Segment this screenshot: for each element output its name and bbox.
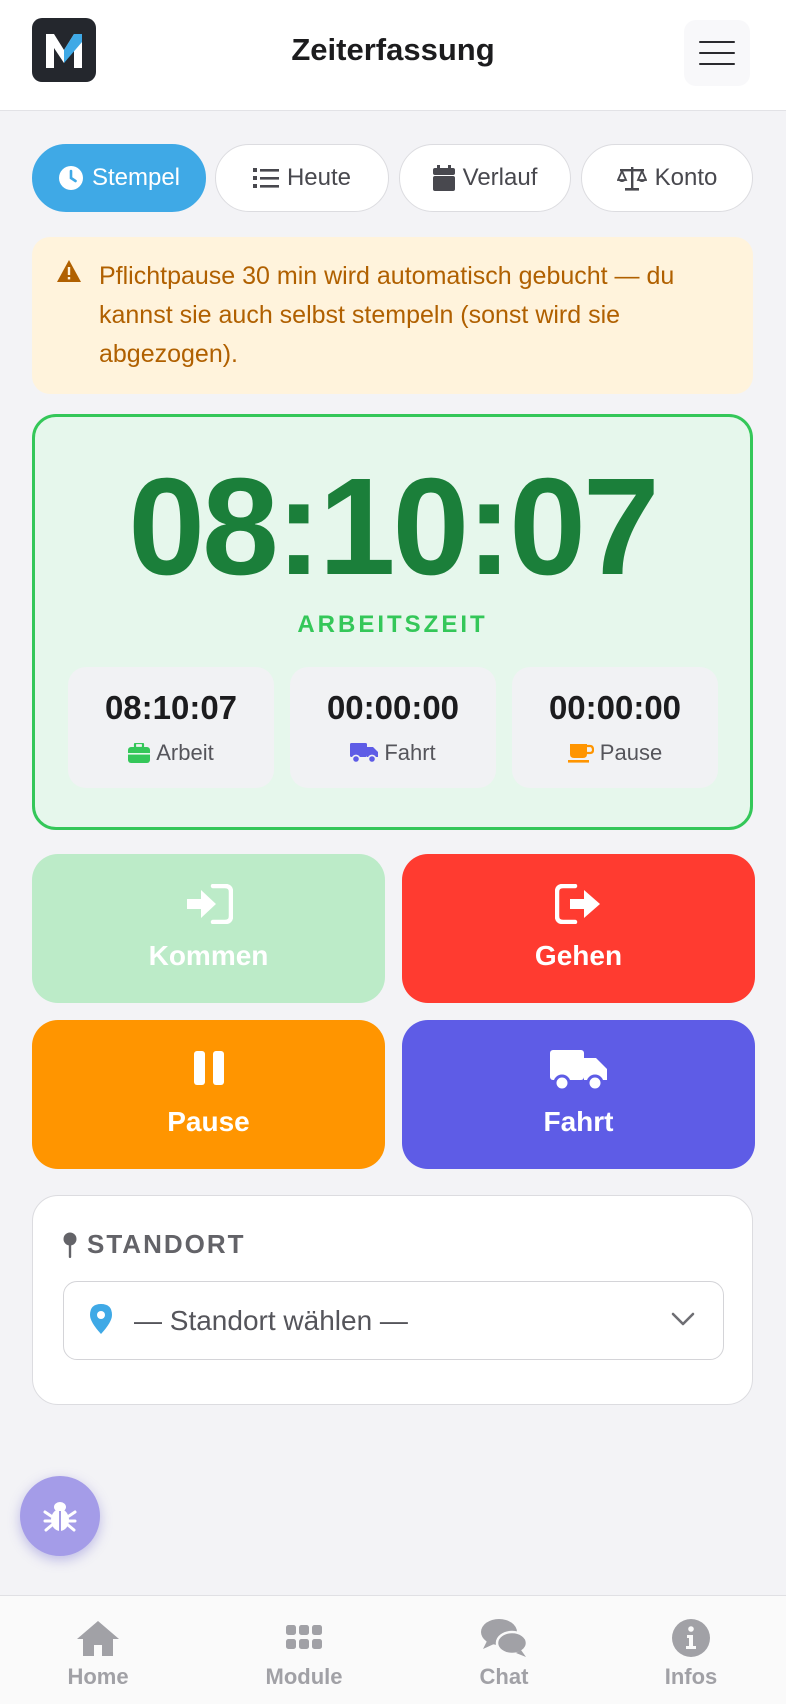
warning-icon	[57, 260, 81, 282]
arbeit-label: Arbeit	[156, 740, 214, 765]
tab-verlauf[interactable]: Verlauf	[399, 144, 571, 212]
bug-icon	[43, 1502, 77, 1532]
fahrt-action-label: Fahrt	[543, 1106, 614, 1137]
chevron-down-icon	[671, 1312, 695, 1326]
nav-chat[interactable]: Chat	[434, 1596, 574, 1704]
pause-value: 00:00:00	[548, 689, 682, 726]
tab-label: Stempel	[91, 164, 181, 191]
fahrt-label: Fahrt	[384, 740, 436, 765]
page-title: Zeiterfassung	[291, 32, 495, 67]
sign-out-icon	[554, 884, 600, 924]
timer-card: 08:10:07 ARBEITSZEIT 08:10:07 Arbeit 00:…	[32, 414, 753, 830]
nav-home[interactable]: Home	[28, 1596, 168, 1704]
nav-home-label: Home	[67, 1664, 129, 1689]
tab-heute[interactable]: Heute	[215, 144, 389, 212]
tab-stempel[interactable]: Stempel	[32, 144, 206, 212]
truck-icon	[350, 743, 379, 763]
balance-scale-icon	[616, 167, 647, 191]
standort-selected: — Standort wählen —	[134, 1305, 408, 1336]
nav-module[interactable]: Module	[234, 1596, 374, 1704]
fahrt-button[interactable]: Fahrt	[402, 1020, 755, 1169]
nav-infos[interactable]: Infos	[621, 1596, 761, 1704]
coffee-icon	[567, 744, 594, 763]
nav-module-label: Module	[265, 1664, 343, 1689]
map-pin-icon	[63, 1232, 77, 1258]
arbeit-box: 08:10:07 Arbeit	[68, 667, 274, 788]
standort-card: STANDORT — Standort wählen —	[32, 1195, 753, 1405]
pause-icon	[193, 1051, 224, 1085]
hamburger-menu-icon[interactable]	[684, 20, 750, 86]
nav-infos-label: Infos	[664, 1664, 718, 1689]
chat-bubbles-icon	[481, 1619, 529, 1657]
alert-text: Pflichtpause 30 min wird automatisch geb…	[99, 262, 675, 368]
fahrt-value: 00:00:00	[326, 689, 460, 726]
truck-icon	[549, 1050, 607, 1092]
home-icon	[77, 1621, 119, 1656]
nav-chat-label: Chat	[479, 1664, 529, 1689]
fahrt-box: 00:00:00 Fahrt	[290, 667, 496, 788]
kommen-label: Kommen	[148, 940, 269, 971]
briefcase-icon	[128, 743, 151, 763]
bottom-navigation: Home Module Chat Infos	[0, 1595, 786, 1704]
list-icon	[252, 168, 279, 188]
info-circle-icon	[672, 1619, 710, 1657]
tab-konto[interactable]: Konto	[581, 144, 753, 212]
pause-box: 00:00:00 Pause	[512, 667, 718, 788]
pause-action-label: Pause	[167, 1106, 250, 1137]
pause-label: Pause	[599, 740, 663, 765]
tab-label: Konto	[654, 164, 718, 191]
grid-icon	[286, 1625, 322, 1649]
calendar-icon	[432, 165, 455, 191]
tab-label: Verlauf	[462, 164, 538, 191]
standort-title: STANDORT	[87, 1229, 246, 1259]
standort-select[interactable]: — Standort wählen —	[63, 1281, 724, 1360]
pause-button[interactable]: Pause	[32, 1020, 385, 1169]
sign-in-icon	[186, 884, 233, 924]
main-timer: 08:10:07	[128, 450, 659, 604]
arbeit-value: 08:10:07	[104, 689, 238, 726]
app-header: Zeiterfassung	[0, 0, 786, 111]
timer-label: ARBEITSZEIT	[297, 611, 488, 638]
kommen-button[interactable]: Kommen	[32, 854, 385, 1003]
pflichtpause-alert: Pflichtpause 30 min wird automatisch geb…	[32, 237, 753, 394]
gehen-button[interactable]: Gehen	[402, 854, 755, 1003]
bug-report-button[interactable]	[20, 1476, 100, 1556]
clock-icon	[58, 166, 83, 190]
tab-label: Heute	[286, 164, 352, 191]
gehen-label: Gehen	[534, 940, 623, 971]
location-marker-icon	[90, 1304, 112, 1334]
